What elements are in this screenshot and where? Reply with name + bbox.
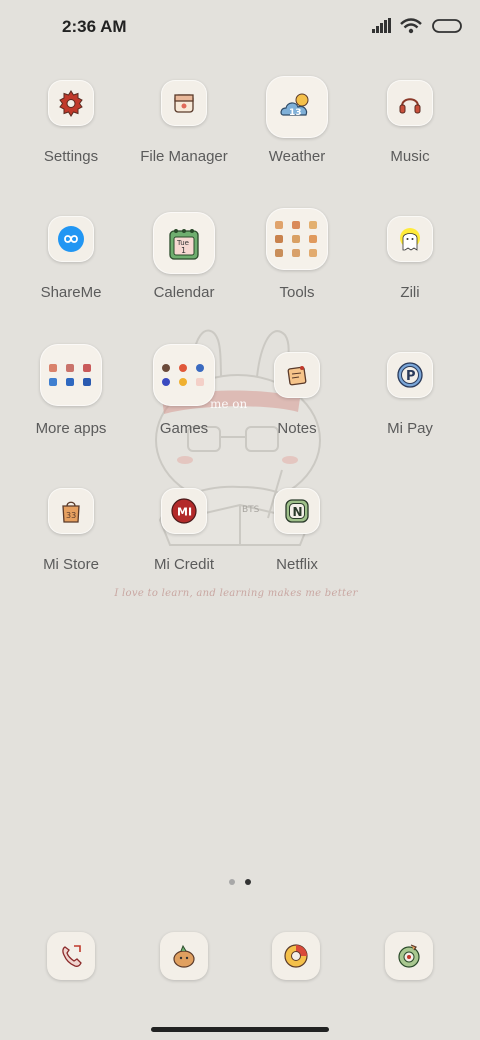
app-mi-credit[interactable]: MI Mi Credit [127,488,241,596]
folder-grid-icon [40,344,102,406]
app-calendar[interactable]: Tue 1 Calendar [127,212,241,324]
app-label: Zili [400,284,420,301]
app-label: Mi Store [43,556,99,573]
app-shareme[interactable]: ShareMe [14,216,128,324]
battery-icon [432,19,462,33]
app-label: Weather [268,148,326,165]
page-dot-active[interactable] [245,879,251,885]
app-weather[interactable]: 13 Weather [240,76,354,188]
app-label: Music [390,148,430,165]
app-label: ShareMe [40,284,102,301]
app-folder-more-apps[interactable]: More apps [14,344,128,460]
page-indicator [0,879,480,887]
app-notes[interactable]: Notes [240,352,354,460]
app-label: Tools [279,284,315,301]
app-mi-store[interactable]: 33 Mi Store [14,488,128,596]
messages-icon [173,944,195,968]
wifi-icon [400,18,422,34]
netflix-icon: N [274,488,320,534]
mi-credit-letter: MI [177,506,192,519]
app-label: File Manager [140,148,228,165]
app-label: Mi Pay [387,420,433,437]
netflix-letter: N [293,505,303,519]
folder-grid-icon [153,344,215,406]
app-folder-tools[interactable]: Tools [240,208,354,324]
app-mi-pay[interactable]: P Mi Pay [353,352,467,460]
weather-icon: 13 [266,76,328,138]
phone-icon [62,945,82,967]
dock-browser[interactable] [272,932,320,980]
dock-messages[interactable] [160,932,208,980]
shopping-bag-icon: 33 [48,488,94,534]
mi-credit-icon: MI [161,488,207,534]
app-netflix[interactable]: N Netflix [240,488,354,596]
dock-phone[interactable] [47,932,95,980]
note-icon [274,352,320,398]
mipay-icon: P [387,352,433,398]
calendar-date: 1 [181,246,186,255]
app-file-manager[interactable]: File Manager [127,80,241,188]
app-label: Netflix [276,556,318,573]
app-zili[interactable]: Zili [353,216,467,324]
camera-icon [398,944,420,968]
folder-grid-icon [266,208,328,270]
app-settings[interactable]: Settings [14,80,128,188]
weather-temp: 13 [289,108,302,118]
mipay-letter: P [406,369,416,384]
app-folder-games[interactable]: Games [127,344,241,460]
page-dot[interactable] [229,879,235,885]
app-label: Mi Credit [153,556,214,573]
calendar-icon: Tue 1 [153,212,215,274]
gear-icon [48,80,94,126]
app-label: Calendar [153,284,215,301]
browser-icon [284,944,308,968]
signal-icon [372,18,391,33]
app-label: More apps [35,420,107,437]
app-label: Games [159,420,209,437]
ghost-icon [387,216,433,262]
dock-camera[interactable] [385,932,433,980]
infinity-icon [48,216,94,262]
home-indicator[interactable] [151,1027,329,1032]
app-label: Notes [277,420,317,437]
headphones-icon [387,80,433,126]
status-bar: 2:36 AM [0,0,480,56]
app-label: Settings [43,148,99,165]
status-time: 2:36 AM [62,17,127,36]
store-badge: 33 [66,511,76,520]
folder-icon [161,80,207,126]
app-music[interactable]: Music [353,80,467,188]
